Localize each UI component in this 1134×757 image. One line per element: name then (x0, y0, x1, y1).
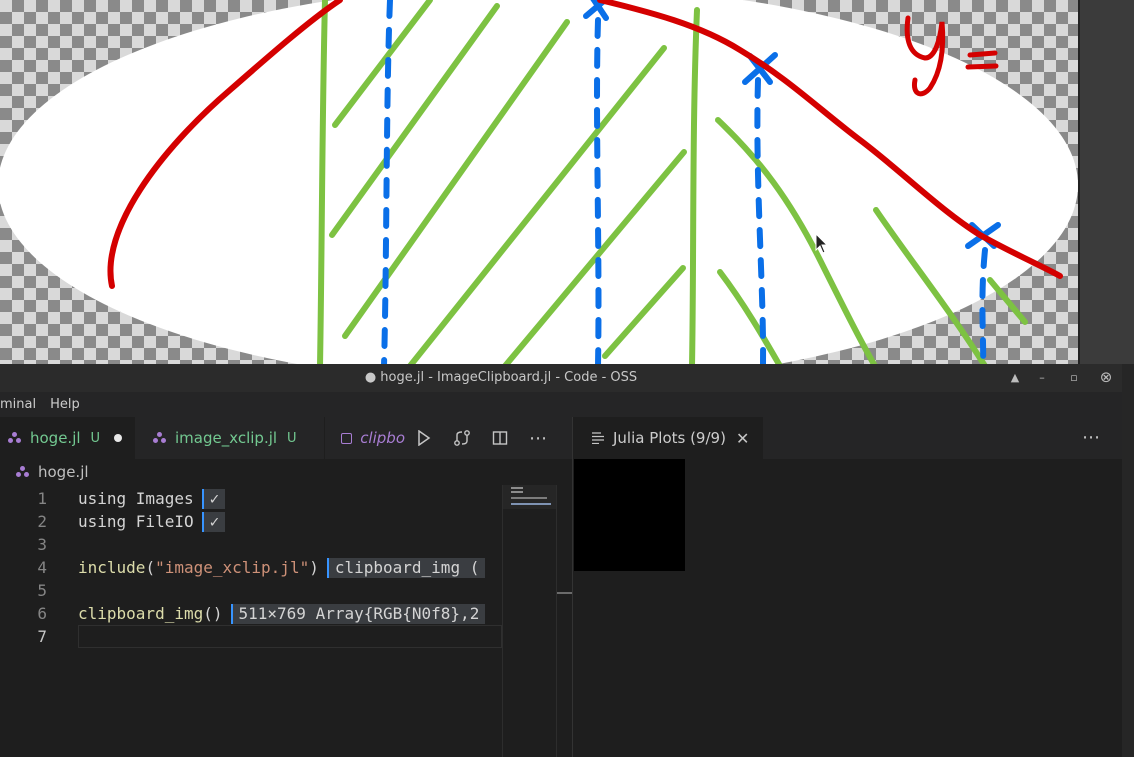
hand-drawn-sketch (0, 0, 1078, 366)
untracked-badge: U (90, 430, 101, 446)
play-icon (418, 430, 431, 446)
tab-clipboard[interactable]: clipbo (333, 417, 413, 459)
tab-julia-plots[interactable]: Julia Plots (9/9) ✕ (573, 417, 764, 459)
code-text: using Images (78, 488, 194, 508)
code-line[interactable]: 3 (0, 533, 502, 556)
code-editor[interactable]: 1 using Images ✓ 2 using FileIO ✓ 3 4 incl… (0, 485, 502, 757)
scroll-position-marker (557, 592, 573, 594)
code-text: () (203, 603, 223, 623)
maximize-button[interactable]: ▫ (1065, 368, 1083, 386)
julia-file-icon (153, 432, 167, 444)
line-content: using FileIO ✓ (78, 511, 226, 532)
image-viewer (0, 0, 1078, 366)
preview-icon (592, 432, 604, 444)
open-changes-button[interactable] (443, 417, 481, 459)
inline-result[interactable]: ✓ (201, 488, 226, 509)
minimize-button[interactable]: – (1033, 368, 1051, 386)
julia-file-icon (16, 466, 30, 478)
paren-close: ) (309, 557, 319, 577)
window-title: ● hoge.jl - ImageClipboard.jl - Code - O… (364, 370, 638, 385)
inline-result[interactable]: 511×769 Array{RGB{N0f8},2 (230, 603, 486, 624)
menu-terminal[interactable]: minal (0, 397, 36, 412)
line-number: 2 (37, 512, 47, 531)
run-button[interactable] (405, 417, 443, 459)
title-bar: ● hoge.jl - ImageClipboard.jl - Code - O… (0, 364, 1122, 392)
code-text: using FileIO (78, 511, 194, 531)
more-actions-button[interactable]: ⋯ (519, 417, 557, 459)
line-number: 7 (37, 627, 47, 646)
tab-hoge-jl[interactable]: hoge.jl U (0, 417, 135, 459)
image-file-icon (341, 432, 353, 444)
git-compare-icon (454, 430, 470, 446)
window-border (1122, 364, 1134, 757)
more-actions-button[interactable]: ⋯ (1082, 427, 1100, 448)
function-name: clipboard_img (78, 603, 204, 623)
tab-label: Julia Plots (9/9) (613, 429, 726, 447)
tab-label: image_xclip.jl (175, 429, 278, 447)
line-content: using Images ✓ (78, 488, 226, 509)
line-number: 5 (37, 581, 47, 600)
breadcrumb[interactable]: hoge.jl (0, 459, 572, 485)
code-line[interactable]: 5 (0, 579, 502, 602)
line-number: 6 (37, 604, 47, 623)
editor-group: hoge.jl U image_xclip.jl U clipbo ⋯ hoge… (0, 417, 573, 757)
mouse-cursor-icon (815, 233, 829, 254)
breadcrumb-file[interactable]: hoge.jl (38, 463, 89, 481)
code-line[interactable]: 2 using FileIO ✓ (0, 510, 502, 533)
ellipsis-icon: ⋯ (529, 427, 547, 449)
minimap-content (503, 485, 557, 509)
keep-above-icon[interactable]: ▲ (1006, 368, 1024, 386)
function-name: include (78, 557, 146, 577)
plots-tab-bar: Julia Plots (9/9) ✕ ⋯ (573, 417, 1122, 459)
line-number: 4 (37, 558, 47, 577)
editor-scrollbar[interactable] (556, 485, 573, 757)
viewer-sidebar (1078, 0, 1134, 366)
line-content: include("image_xclip.jl") clipboard_img ( (78, 557, 486, 578)
line-number: 3 (37, 535, 47, 554)
inline-result[interactable]: ✓ (201, 511, 226, 532)
editor-tab-bar: hoge.jl U image_xclip.jl U clipbo ⋯ (0, 417, 572, 459)
unsaved-dot-icon[interactable] (114, 434, 123, 442)
close-tab-icon[interactable]: ✕ (736, 429, 749, 448)
split-editor-button[interactable] (481, 417, 519, 459)
line-content: clipboard_img() 511×769 Array{RGB{N0f8},2 (78, 603, 486, 624)
paren-open: ( (145, 557, 156, 577)
julia-file-icon (8, 432, 22, 444)
code-line[interactable]: 7 (0, 625, 502, 648)
code-line[interactable]: 4 include("image_xclip.jl") clipboard_img… (0, 556, 502, 579)
tab-image-xclip-jl[interactable]: image_xclip.jl U (145, 417, 325, 459)
screen: ● hoge.jl - ImageClipboard.jl - Code - O… (0, 0, 1134, 757)
code-oss-window: ● hoge.jl - ImageClipboard.jl - Code - O… (0, 364, 1122, 757)
menu-bar: minal Help (0, 392, 1122, 417)
split-icon (492, 431, 508, 445)
close-window-button[interactable]: ⊗ (1097, 368, 1115, 386)
editor-actions: ⋯ (405, 417, 572, 459)
tab-label: clipbo (360, 429, 405, 447)
inline-result[interactable]: clipboard_img ( (326, 557, 486, 578)
minimap[interactable] (502, 485, 557, 757)
line-number: 1 (37, 489, 47, 508)
string-literal: "image_xclip.jl" (155, 557, 310, 577)
plots-pane: Julia Plots (9/9) ✕ ⋯ (572, 417, 1122, 757)
tab-label: hoge.jl (30, 429, 81, 447)
menu-help[interactable]: Help (50, 397, 80, 412)
ellipsis-icon: ⋯ (1082, 427, 1100, 448)
code-line[interactable]: 1 using Images ✓ (0, 487, 502, 510)
plot-image (574, 459, 685, 571)
code-line[interactable]: 6 clipboard_img() 511×769 Array{RGB{N0f8}… (0, 602, 502, 625)
untracked-badge: U (287, 430, 297, 446)
